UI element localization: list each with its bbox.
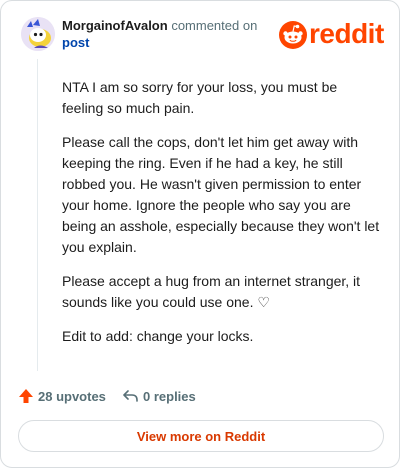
comment-body: NTA I am so sorry for your loss, you mus… [62, 77, 380, 360]
reddit-wordmark: reddit [309, 18, 384, 49]
reddit-alien-icon [279, 21, 307, 49]
upvotes-count: 28 upvotes [38, 388, 106, 404]
post-link[interactable]: post [62, 35, 89, 50]
snoo-avatar-icon [21, 17, 55, 51]
user-avatar[interactable] [21, 17, 55, 51]
comment-header: MorgainofAvalon commented on post [62, 17, 272, 51]
comment-embed-card: MorgainofAvalon commented on post reddit… [0, 0, 400, 468]
comment-paragraph: Please accept a hug from an internet str… [62, 273, 361, 310]
comment-paragraph: NTA I am so sorry for your loss, you mus… [62, 79, 338, 116]
replies-button[interactable]: 0 replies [122, 385, 196, 407]
author-name[interactable]: MorgainofAvalon [62, 18, 168, 33]
thread-line [37, 59, 38, 371]
comment-paragraph: Edit to add: change your locks. [62, 328, 254, 344]
view-more-button[interactable]: View more on Reddit [18, 420, 384, 452]
upvote-arrow-icon [19, 389, 33, 403]
replies-count: 0 replies [143, 388, 196, 404]
upvotes-button[interactable]: 28 upvotes [18, 385, 106, 407]
reply-arrow-icon [123, 390, 138, 402]
commented-on-label: commented on [171, 18, 258, 33]
comment-actions: 28 upvotes 0 replies [18, 385, 318, 407]
reddit-logo[interactable]: reddit [279, 18, 387, 51]
comment-paragraph: Please call the cops, don't let him get … [62, 134, 380, 255]
